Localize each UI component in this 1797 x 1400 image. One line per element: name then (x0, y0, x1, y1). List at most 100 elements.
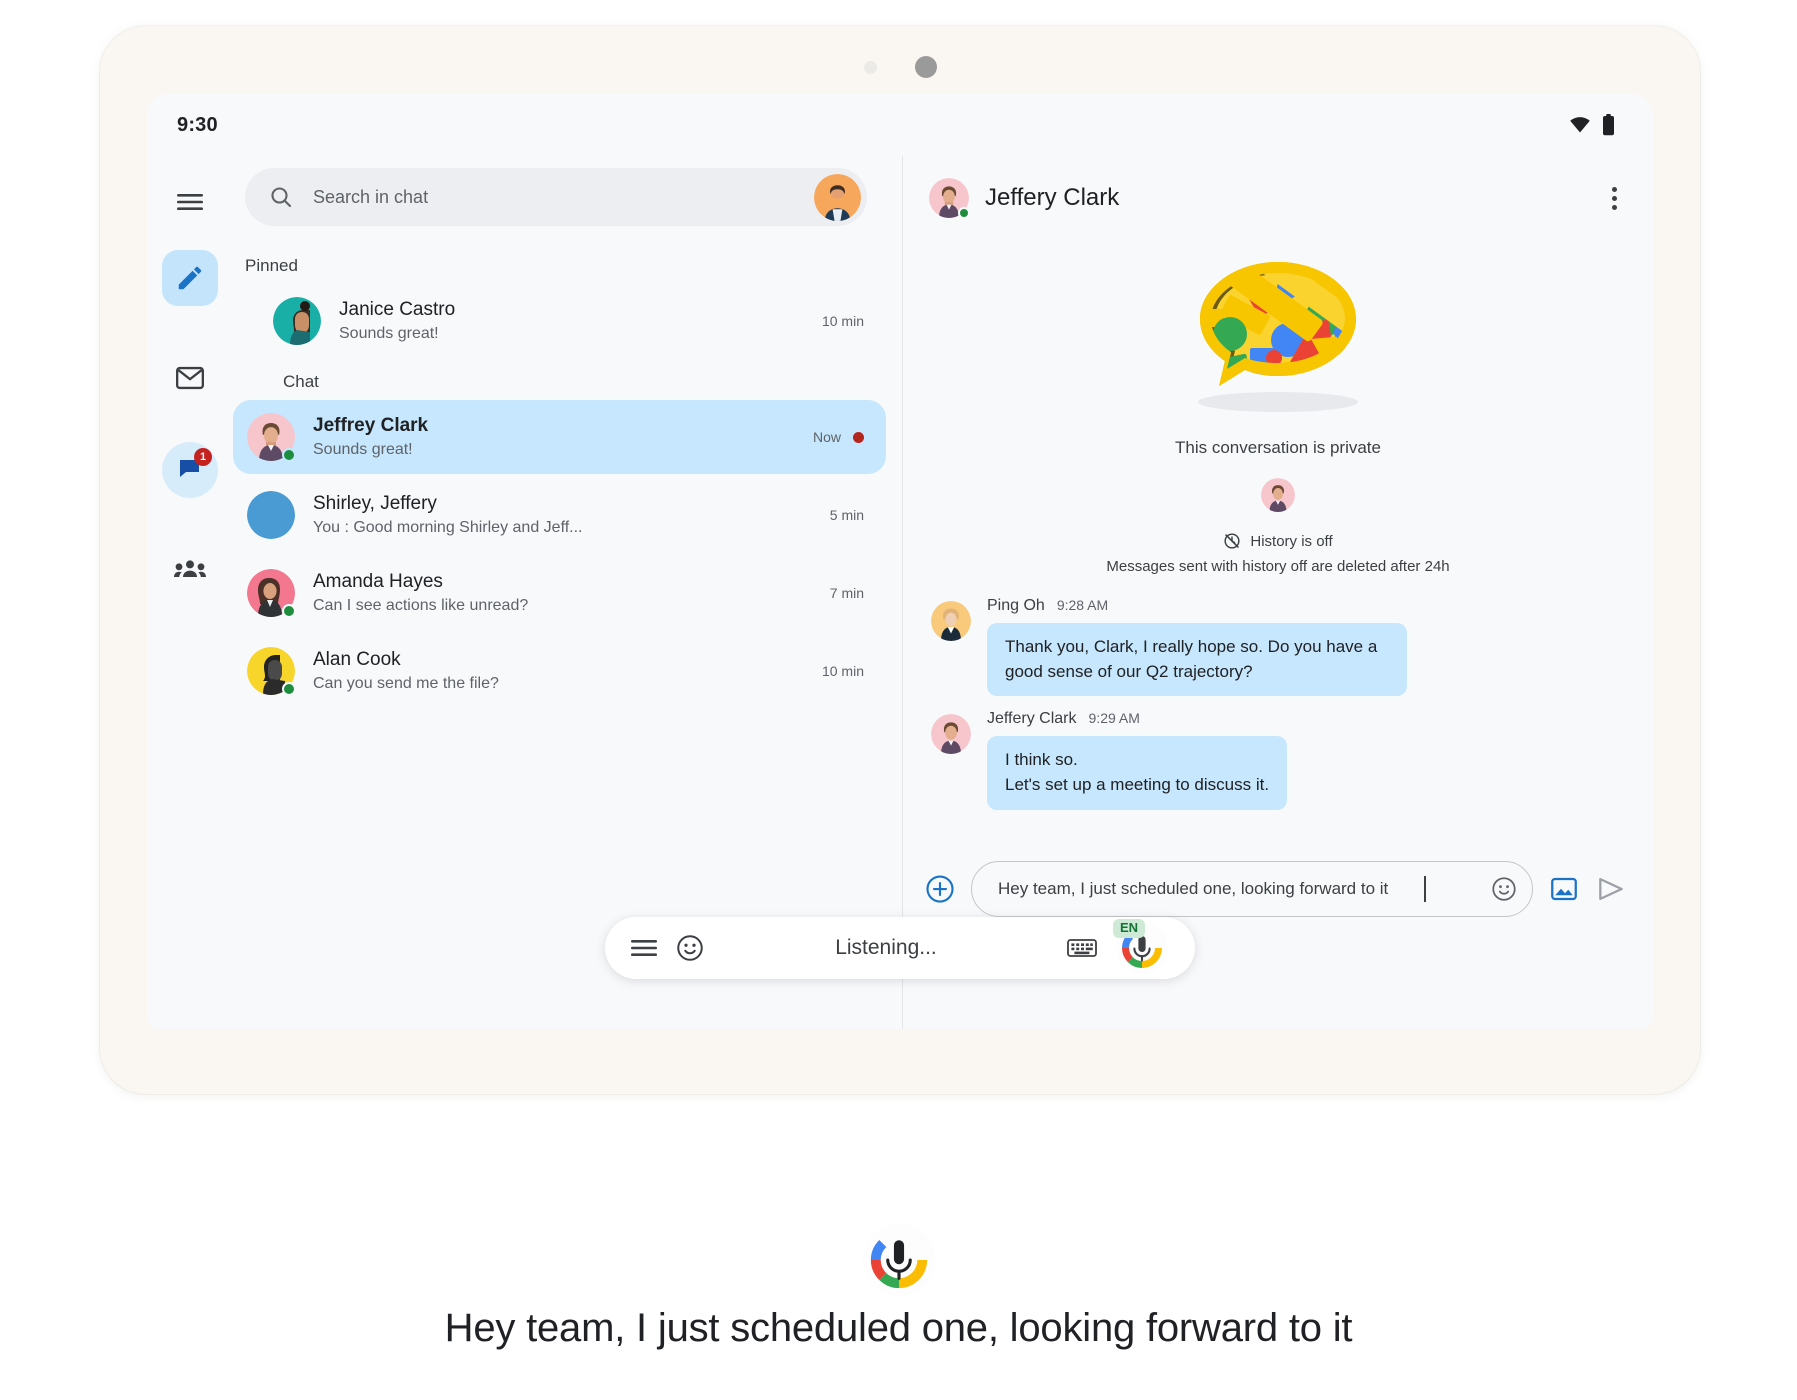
message-header: Jeffery Clark 9:29 AM (987, 710, 1287, 728)
list-item-meta: 5 min (830, 507, 864, 523)
wifi-icon (1569, 117, 1591, 133)
emoji-face-icon[interactable] (675, 933, 705, 963)
history-sublabel: Messages sent with history off are delet… (1106, 558, 1450, 575)
message-snippet: Sounds great! (313, 440, 413, 458)
message-author: Jeffery Clark (987, 710, 1077, 728)
navigation-rail: 1 (147, 156, 233, 1029)
list-item-meta: 10 min (822, 663, 864, 679)
list-item-shirley-jeffery[interactable]: Shirley, Jeffery You : Good morning Shir… (233, 478, 886, 552)
list-item-text: Janice Castro Sounds great! (339, 297, 804, 345)
message-input[interactable]: Hey team, I just scheduled one, looking … (971, 861, 1533, 917)
avatar (247, 413, 296, 462)
search-input[interactable] (313, 186, 794, 208)
send-icon[interactable] (1595, 873, 1627, 905)
message-item: Ping Oh 9:28 AM Thank you, Clark, I real… (931, 597, 1613, 697)
search-area (245, 168, 867, 226)
contact-name: Janice Castro (339, 298, 456, 320)
list-item-amanda-hayes[interactable]: Amanda Hayes Can I see actions like unre… (233, 556, 886, 630)
page-title: Jeffery Clark (985, 184, 1120, 211)
avatar (931, 601, 971, 641)
chat-bubble-blocks-illustration (1178, 244, 1378, 404)
language-badge: EN (1113, 919, 1146, 938)
list-item-text: Jeffrey Clark Sounds great! (313, 413, 795, 461)
search-icon (269, 185, 293, 209)
message-bubble[interactable]: Thank you, Clark, I really hope so. Do y… (987, 623, 1407, 697)
menu-button[interactable] (162, 174, 218, 230)
contact-name: Amanda Hayes (313, 570, 443, 592)
avatar (247, 647, 296, 696)
message-bubble[interactable]: I think so. Let's set up a meeting to di… (987, 736, 1288, 810)
message-snippet: Can I see actions like unread? (313, 596, 529, 614)
list-item-meta: 10 min (822, 313, 864, 329)
conversation-header: Jeffery Clark (903, 156, 1653, 219)
mail-icon (176, 366, 204, 390)
chat-list: Pinned Janice Castro Sounds great! 10 mi… (233, 242, 886, 708)
account-avatar[interactable] (814, 173, 861, 221)
front-camera-icon (914, 56, 937, 78)
message-body: Ping Oh 9:28 AM Thank you, Clark, I real… (987, 597, 1407, 697)
message-time: 9:29 AM (1088, 710, 1140, 727)
presence-indicator (282, 604, 296, 618)
avatar (273, 297, 321, 345)
camera-row (100, 56, 1700, 78)
status-bar: 9:30 (147, 94, 1653, 156)
contact-name: Shirley, Jeffery (313, 492, 437, 514)
more-vert-icon[interactable] (1606, 181, 1623, 216)
section-label-pinned: Pinned (245, 256, 298, 275)
google-mic-button[interactable] (861, 1222, 937, 1298)
split-panes: 1 Search in chat Pinned Janice Castro So… (147, 156, 1653, 1029)
search-bar[interactable] (245, 168, 867, 226)
mail-button[interactable] (162, 350, 218, 406)
history-off-icon (1223, 532, 1241, 550)
voice-status-text: Listening... (835, 936, 937, 959)
timestamp: 5 min (829, 507, 864, 523)
compose-button[interactable] (162, 250, 218, 306)
list-item-meta: 7 min (830, 585, 864, 601)
assistant-mic-button[interactable]: EN (1113, 919, 1169, 975)
emoji-icon[interactable] (1490, 875, 1518, 903)
google-mic-icon (861, 1223, 936, 1297)
list-item-text: Amanda Hayes Can I see actions like unre… (313, 569, 812, 617)
camera-dot-small-icon (863, 60, 877, 74)
menu-icon (177, 193, 203, 211)
list-item-meta: Now (813, 429, 864, 445)
conversation-hero: This conversation is private History is … (903, 244, 1653, 575)
image-icon[interactable] (1549, 874, 1579, 904)
list-item-text: Shirley, Jeffery You : Good morning Shir… (313, 491, 812, 539)
keyboard-icon[interactable] (1067, 937, 1097, 959)
avatar (247, 491, 295, 539)
contact-name: Alan Cook (313, 648, 401, 670)
hero-avatar (1261, 478, 1295, 512)
presence-indicator (282, 448, 296, 462)
message-snippet: You : Good morning Shirley and Jeff... (313, 518, 583, 536)
avatar (247, 569, 296, 618)
add-circle-icon[interactable] (925, 874, 955, 904)
message-time: 9:28 AM (1056, 597, 1109, 613)
message-snippet: Can you send me the file? (313, 674, 499, 692)
message-list: Ping Oh 9:28 AM Thank you, Clark, I real… (903, 597, 1653, 810)
sidebar-item-spaces[interactable] (162, 542, 218, 598)
status-icons (1569, 114, 1615, 136)
battery-icon (1602, 114, 1615, 136)
sidebar-item-chat[interactable]: 1 (162, 442, 218, 498)
chat-list-pane: 1 Search in chat Pinned Janice Castro So… (147, 156, 902, 1029)
unread-dot (853, 431, 864, 443)
chat-unread-badge: 1 (194, 448, 212, 466)
spaces-people-icon (174, 559, 206, 581)
message-item: Jeffery Clark 9:29 AM I think so. Let's … (931, 710, 1613, 810)
page-root: 9:30 1 Search in chat Pinned Janice Cast… (0, 0, 1797, 1400)
timestamp: 10 min (821, 663, 864, 679)
message-snippet: Sounds great! (339, 324, 439, 342)
list-item-jeffrey-clark[interactable]: Jeffrey Clark Sounds great! Now (233, 400, 886, 474)
status-time: 9:30 (177, 113, 218, 136)
list-item[interactable]: Janice Castro Sounds great! 10 min (259, 284, 886, 358)
message-header: Ping Oh 9:28 AM (987, 597, 1407, 615)
conversation-pane: Jeffery Clark This conversation is priva… (903, 156, 1653, 1029)
list-item-alan-cook[interactable]: Alan Cook Can you send me the file? 10 m… (233, 634, 886, 708)
hamburger-icon[interactable] (631, 939, 657, 957)
section-label-chat: Chat (283, 372, 319, 391)
conversation-avatar (929, 178, 970, 219)
tablet-screen: 9:30 1 Search in chat Pinned Janice Cast… (147, 94, 1653, 1029)
history-off-label: History is off (1250, 532, 1333, 550)
contact-name: Jeffrey Clark (313, 414, 429, 436)
